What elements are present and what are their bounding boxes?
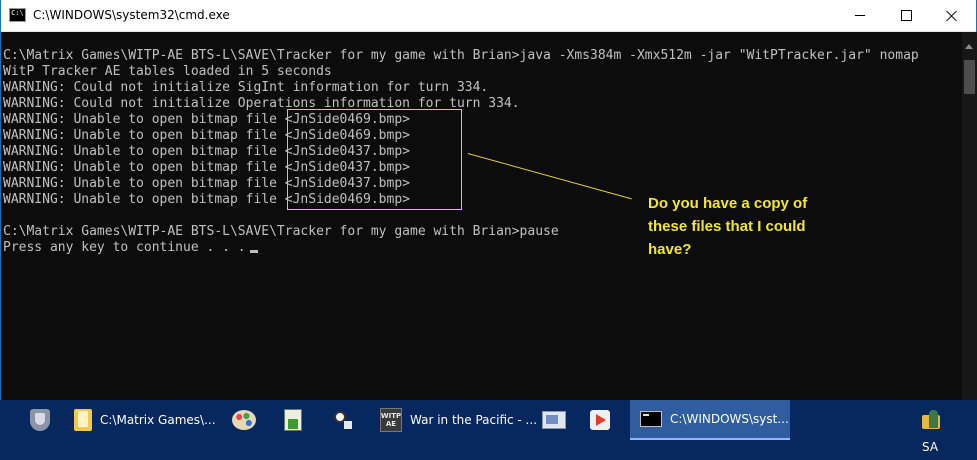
text-cursor [249, 250, 258, 253]
witp-ae-icon: WITP AE [380, 408, 402, 432]
taskbar-label: C:\Matrix Games\... [100, 413, 216, 427]
witp-icon-text: AE [385, 420, 397, 428]
console-window[interactable]: C:\ C:\WINDOWS\system32\cmd.exe C:\Matri… [0, 0, 977, 400]
palette-icon [232, 410, 256, 430]
cmd-icon[interactable]: C:\ [9, 8, 26, 22]
witp-icon-text: WITP [380, 412, 402, 420]
taskbar-item-cmd[interactable]: C:\WINDOWS\syst... [630, 400, 790, 440]
maximize-icon [900, 10, 912, 21]
title-bar[interactable]: C:\ C:\WINDOWS\system32\cmd.exe [1, 0, 976, 32]
folder-icon [74, 409, 92, 431]
highlight-box [287, 109, 462, 210]
scroll-up-icon[interactable] [965, 44, 973, 49]
console-line: WARNING: Unable to open bitmap file <JnS… [3, 160, 410, 175]
console-line: C:\Matrix Games\WITP-AE BTS-L\SAVE\Track… [3, 48, 919, 63]
console-line: WARNING: Unable to open bitmap file <JnS… [3, 144, 410, 159]
taskbar-item-notepad[interactable] [284, 400, 310, 440]
taskbar-item-security[interactable] [20, 400, 54, 440]
taskbar-label: C:\WINDOWS\syst... [670, 412, 789, 426]
taskbar-item-witp[interactable]: WITP AE War in the Pacific - ... [374, 400, 537, 440]
taskbar-item-people-search[interactable] [332, 400, 358, 440]
user-label: SA [922, 440, 939, 454]
console-prompt-text: Press any key to continue . . . [3, 240, 246, 255]
console-line: WARNING: Unable to open bitmap file <JnS… [3, 112, 410, 127]
callout-line: Do you have a copy of [648, 195, 808, 212]
taskbar-item-gallery[interactable] [542, 400, 570, 440]
callout-line: have? [648, 241, 692, 258]
scroll-thumb[interactable] [964, 60, 975, 94]
taskbar-item-explorer[interactable]: C:\Matrix Games\... [62, 400, 216, 440]
close-icon [946, 10, 958, 22]
callout-annotation: Do you have a copy of these files that I… [648, 192, 863, 261]
image-gallery-icon [542, 411, 566, 429]
taskbar-label: War in the Pacific - ... [410, 413, 538, 427]
cmd-icon [640, 411, 662, 427]
maximize-button[interactable] [883, 0, 929, 31]
console-line: WARNING: Could not initialize Operations… [3, 96, 520, 111]
close-button[interactable] [929, 0, 975, 31]
console-line: WARNING: Unable to open bitmap file <JnS… [3, 176, 410, 191]
minimize-icon [855, 15, 865, 16]
window-title: C:\WINDOWS\system32\cmd.exe [33, 8, 230, 22]
media-player-icon [590, 410, 610, 430]
user-folder-icon [922, 409, 940, 431]
people-search-icon [332, 409, 354, 431]
taskbar: C:\Matrix Games\... WITP AE War in the P… [0, 400, 977, 460]
minimize-button[interactable] [837, 0, 883, 31]
callout-line: these files that I could [648, 218, 806, 235]
console-line: WitP Tracker AE tables loaded in 5 secon… [3, 64, 332, 79]
shield-icon [30, 409, 50, 431]
taskbar-item-paint[interactable] [232, 400, 262, 440]
console-line: WARNING: Could not initialize SigInt inf… [3, 80, 489, 95]
console-line: WARNING: Unable to open bitmap file <JnS… [3, 128, 410, 143]
taskbar-item-user[interactable] [922, 400, 946, 440]
notepad-icon [284, 409, 302, 431]
taskbar-item-media[interactable] [590, 400, 616, 440]
vertical-scrollbar[interactable] [962, 32, 977, 400]
